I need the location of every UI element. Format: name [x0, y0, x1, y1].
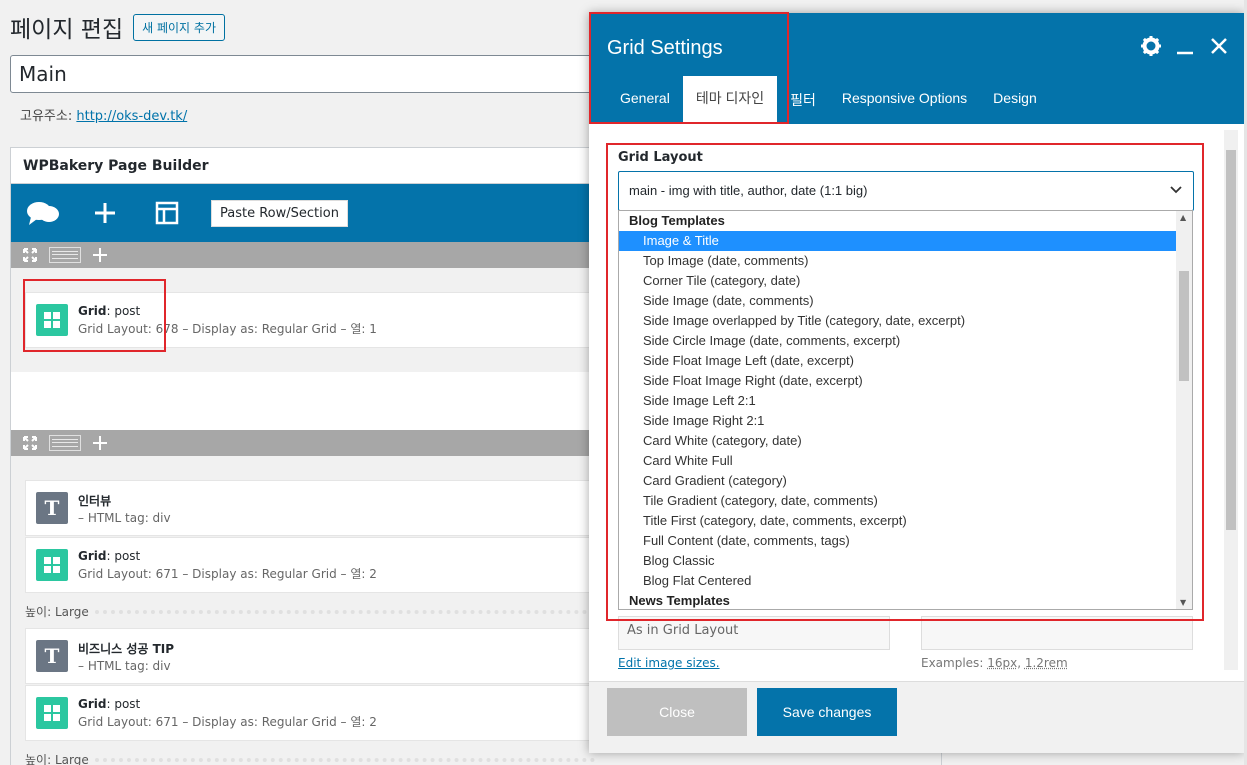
dropdown-scrollbar[interactable]: ▲ ▼ [1176, 211, 1192, 609]
add-element-icon[interactable] [87, 195, 123, 231]
grid-layout-dropdown[interactable]: Blog Templates Image & Title Top Image (da… [618, 210, 1193, 610]
add-column-icon[interactable] [91, 434, 109, 452]
dropdown-option[interactable]: Side Image (date, comments) [619, 291, 1176, 311]
element-name: Grid: post [78, 549, 377, 563]
element-meta: Grid Layout: 678 – Display as: Regular G… [78, 320, 377, 337]
element-block[interactable]: Grid: post Grid Layout: 678 – Display as… [25, 292, 595, 348]
grid-element-icon [36, 697, 68, 729]
move-row-icon[interactable] [21, 246, 39, 264]
dropdown-option[interactable]: Corner Tile (category, date) [619, 271, 1176, 291]
text-element-icon: T [36, 492, 68, 524]
templates-icon[interactable] [149, 195, 185, 231]
grid-element-icon [36, 304, 68, 336]
dropdown-group-label: News Templates [619, 591, 1176, 610]
height-label: 높이: Large [25, 751, 595, 765]
permalink: 고유주소: http://oks-dev.tk/ [20, 105, 187, 124]
page-title: 페이지 편집 [10, 10, 123, 44]
dropdown-group-label: Blog Templates [619, 211, 1176, 231]
grid-element-icon [36, 549, 68, 581]
close-button[interactable]: Close [607, 688, 747, 736]
paste-row-button[interactable]: Paste Row/Section [211, 200, 348, 227]
tab-general[interactable]: General [607, 78, 683, 124]
tab-filter[interactable]: 필터 [777, 78, 829, 124]
dropdown-option[interactable]: Tile Gradient (category, date, comments) [619, 491, 1176, 511]
modal-footer: Close Save changes [589, 681, 1244, 753]
dropdown-option[interactable]: Blog Flat Centered [619, 571, 1176, 591]
minimize-icon[interactable] [1174, 35, 1196, 57]
permalink-link[interactable]: http://oks-dev.tk/ [76, 109, 187, 124]
image-size-select[interactable]: As in Grid Layout [618, 616, 890, 650]
grid-settings-modal: Grid Settings General 테마 디자인 필터 Responsi… [589, 13, 1244, 753]
dropdown-option[interactable]: Side Image overlapped by Title (category… [619, 311, 1176, 331]
element-meta: Grid Layout: 671 – Display as: Regular G… [78, 565, 377, 582]
element-meta: – HTML tag: div [78, 659, 174, 673]
add-column-icon[interactable] [91, 246, 109, 264]
page-heading: 페이지 편집 새 페이지 추가 [10, 10, 225, 44]
modal-body: Grid Layout main - img with title, autho… [589, 124, 1244, 681]
text-element-icon: T [36, 640, 68, 672]
save-changes-button[interactable]: Save changes [757, 688, 897, 736]
row-layout-icon[interactable] [49, 435, 81, 451]
element-name: 비즈니스 성공 TIP [78, 640, 174, 657]
close-icon[interactable] [1208, 35, 1230, 57]
tab-design[interactable]: Design [980, 78, 1050, 124]
dropdown-option[interactable]: Side Image Left 2:1 [619, 391, 1176, 411]
dropdown-option[interactable]: Side Float Image Right (date, excerpt) [619, 371, 1176, 391]
move-row-icon[interactable] [21, 434, 39, 452]
grid-layout-select[interactable]: main - img with title, author, date (1:1… [618, 171, 1194, 211]
dropdown-option[interactable]: Card Gradient (category) [619, 471, 1176, 491]
modal-scrollbar[interactable] [1224, 130, 1238, 670]
gear-icon[interactable] [1140, 35, 1162, 57]
add-new-page-button[interactable]: 새 페이지 추가 [133, 14, 225, 41]
dropdown-option[interactable]: Full Content (date, comments, tags) [619, 531, 1176, 551]
chevron-down-icon [1169, 182, 1183, 199]
dropdown-option[interactable]: Top Image (date, comments) [619, 251, 1176, 271]
modal-title: Grid Settings [607, 37, 723, 60]
element-block[interactable]: T 비즈니스 성공 TIP – HTML tag: div [25, 628, 595, 684]
element-name: 인터뷰 [78, 492, 171, 509]
height-label: 높이: Large [25, 603, 595, 620]
modal-header: Grid Settings General 테마 디자인 필터 Responsi… [589, 13, 1244, 124]
element-block[interactable]: T 인터뷰 – HTML tag: div [25, 480, 595, 536]
examples-hint: Examples: 16px, 1.2rem [921, 656, 1068, 670]
element-name: Grid: post [78, 304, 377, 318]
element-block[interactable]: Grid: post Grid Layout: 671 – Display as… [25, 537, 595, 593]
edit-image-sizes-link[interactable]: Edit image sizes. [618, 656, 720, 670]
element-meta: Grid Layout: 671 – Display as: Regular G… [78, 713, 377, 730]
element-name: Grid: post [78, 697, 377, 711]
dropdown-option[interactable]: Side Circle Image (date, comments, excer… [619, 331, 1176, 351]
grid-layout-selected-value: main - img with title, author, date (1:1… [629, 183, 867, 198]
tab-theme-design[interactable]: 테마 디자인 [683, 76, 777, 124]
dropdown-option[interactable]: Blog Classic [619, 551, 1176, 571]
dropdown-option[interactable]: Image & Title [619, 231, 1176, 251]
element-meta: – HTML tag: div [78, 511, 171, 525]
modal-tabs: General 테마 디자인 필터 Responsive Options Des… [607, 76, 1050, 124]
element-block[interactable]: Grid: post Grid Layout: 671 – Display as… [25, 685, 595, 741]
dropdown-option[interactable]: Title First (category, date, comments, e… [619, 511, 1176, 531]
permalink-label: 고유주소: [20, 109, 72, 124]
dropdown-option[interactable]: Side Image Right 2:1 [619, 411, 1176, 431]
post-title-input[interactable]: Main [10, 55, 610, 93]
dropdown-option[interactable]: Side Float Image Left (date, excerpt) [619, 351, 1176, 371]
dropdown-option[interactable]: Card White (category, date) [619, 431, 1176, 451]
tab-responsive-options[interactable]: Responsive Options [829, 78, 980, 124]
dropdown-option[interactable]: Card White Full [619, 451, 1176, 471]
wpbakery-logo-icon[interactable] [25, 195, 61, 231]
row-layout-icon[interactable] [49, 247, 81, 263]
grid-layout-label: Grid Layout [618, 150, 703, 165]
size-input[interactable] [921, 616, 1193, 650]
